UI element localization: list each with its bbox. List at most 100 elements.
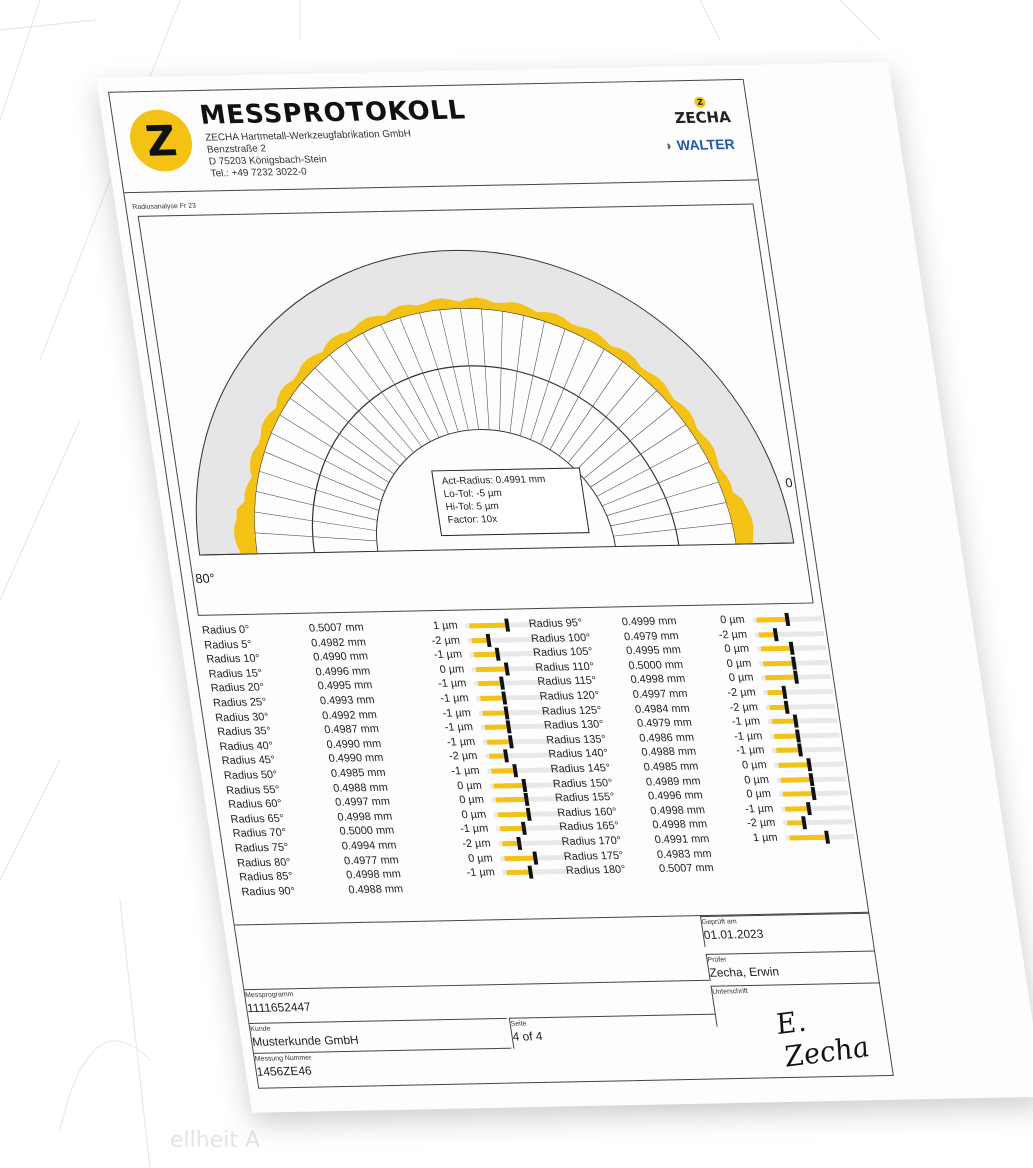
deviation-bar [761,698,840,714]
radius-chart: Act-Radius: 0.4991 mm Lo-Tol: -5 µm Hi-T… [137,203,814,616]
protocol-header: Z MESSPROTOKOLL ZECHA Hartmetall-Werkzeu… [109,79,758,194]
deviation-fill [762,660,795,667]
deviation-bar [783,844,862,860]
radius-deviation: 0 µm [728,671,755,685]
deviation-bar [752,640,831,656]
deviation-marker [485,633,492,647]
radial-line [314,367,407,460]
radius-deviation: -1 µm [733,729,764,743]
background-scribble: ellheit A [170,1128,261,1153]
deviation-bar [778,814,857,830]
deviation-marker [806,758,813,772]
deviation-fill [760,645,793,652]
radial-line [255,491,378,521]
deviation-bar [769,756,848,772]
deviation-marker [501,691,508,705]
deviation-marker [794,729,801,743]
radial-line [362,332,431,442]
deviation-marker [520,822,527,836]
radius-deviation: -1 µm [433,648,463,662]
page-cell: Seite 4 of 4 [508,1013,721,1049]
radius-deviation: 0 µm [458,793,485,807]
deviation-marker [512,764,519,778]
deviation-fill [477,680,503,687]
deviation-bar [774,785,853,801]
deviation-marker [805,801,812,815]
radius-value: 0.4988 mm [347,882,404,896]
deviation-fill [778,762,810,768]
checked-on-value: 01.01.2023 [702,926,765,942]
walter-swoosh-icon: ◗ [663,137,675,154]
radial-line [264,451,382,501]
radial-line [439,309,469,431]
deviation-fill [480,695,505,701]
deviation-fill [504,855,536,861]
deviation-marker [783,700,790,714]
radial-line [596,442,699,497]
deviation-marker [507,735,514,749]
radial-line [540,337,586,445]
radius-deviation: 0 µm [725,657,753,670]
deviation-fill [486,739,512,745]
deviation-bar [785,858,864,874]
deviation-marker [781,685,788,699]
radius-deviation: -2 µm [728,700,759,714]
deviation-marker [505,720,512,734]
radius-deviation: -2 µm [717,628,748,641]
walter-brand-text: WALTER [675,135,736,154]
deviation-marker [503,749,510,763]
logo-letter: Z [142,115,180,166]
radius-deviation: 0 µm [723,642,750,656]
deviation-marker [824,830,831,844]
radius-deviation: -1 µm [437,677,468,691]
checked-on-cell: Geprüft am 01.01.2023 [699,912,874,947]
deviation-marker [532,851,539,865]
deviation-fill [780,776,812,783]
deviation-fill [765,675,797,681]
radial-line [613,522,733,537]
radial-line [575,390,658,471]
radius-deviation: -1 µm [439,692,470,705]
deviation-fill [499,826,525,832]
inspector-value: Zecha, Erwin [708,964,780,980]
deviation-fill [482,710,507,716]
radius-deviation: 0 µm [438,663,466,676]
deviation-bar [754,655,833,671]
deviation-marker [504,618,511,632]
deviation-marker [494,647,501,661]
inspector-cell: Prüfer Zecha, Erwin [705,950,880,981]
zecha-brand: Z ZECHA [672,96,732,127]
radius-deviation: -1 µm [443,721,474,734]
radial-line [380,324,440,438]
deviation-marker [808,772,815,786]
radius-value: 0.5007 mm [658,862,715,876]
measurement-value: 1456ZE46 [255,1063,313,1079]
radius-deviation: -1 µm [459,822,490,836]
radial-line [270,432,385,492]
radius-deviation: -2 µm [448,750,479,763]
radius-deviation: 1 µm [432,619,459,633]
radial-line [481,308,490,430]
deviation-fill [475,666,508,672]
deviation-marker [499,676,506,690]
measurement-cell: Messung Nummer 1456ZE46 [253,1047,516,1084]
radial-line [289,397,395,475]
document-sheet: Z MESSPROTOKOLL ZECHA Hartmetall-Werkzeu… [96,62,1033,1113]
radius-deviation: -1 µm [450,764,481,778]
protocol-footer: Geprüft am 01.01.2023 Prüfer Zecha, Erwi… [234,911,893,1089]
radial-line [254,532,377,542]
deviation-marker [784,612,791,626]
deviation-marker [527,865,534,879]
radius-deviation: -2 µm [726,686,757,699]
radius-deviation: -1 µm [744,802,775,816]
radius-deviation: 0 µm [745,788,772,801]
customer-value: Musterkunde GmbH [251,1032,360,1049]
deviation-marker [788,641,795,655]
radius-deviation: -2 µm [461,837,492,850]
radius-info-box: Act-Radius: 0.4991 mm Lo-Tol: -5 µm Hi-T… [431,467,590,537]
deviation-bar [500,878,579,894]
radius-deviation: 0 µm [460,808,487,821]
deviation-marker [797,743,804,757]
deviation-marker [792,714,799,728]
angle-label-left: 80° [194,570,216,586]
